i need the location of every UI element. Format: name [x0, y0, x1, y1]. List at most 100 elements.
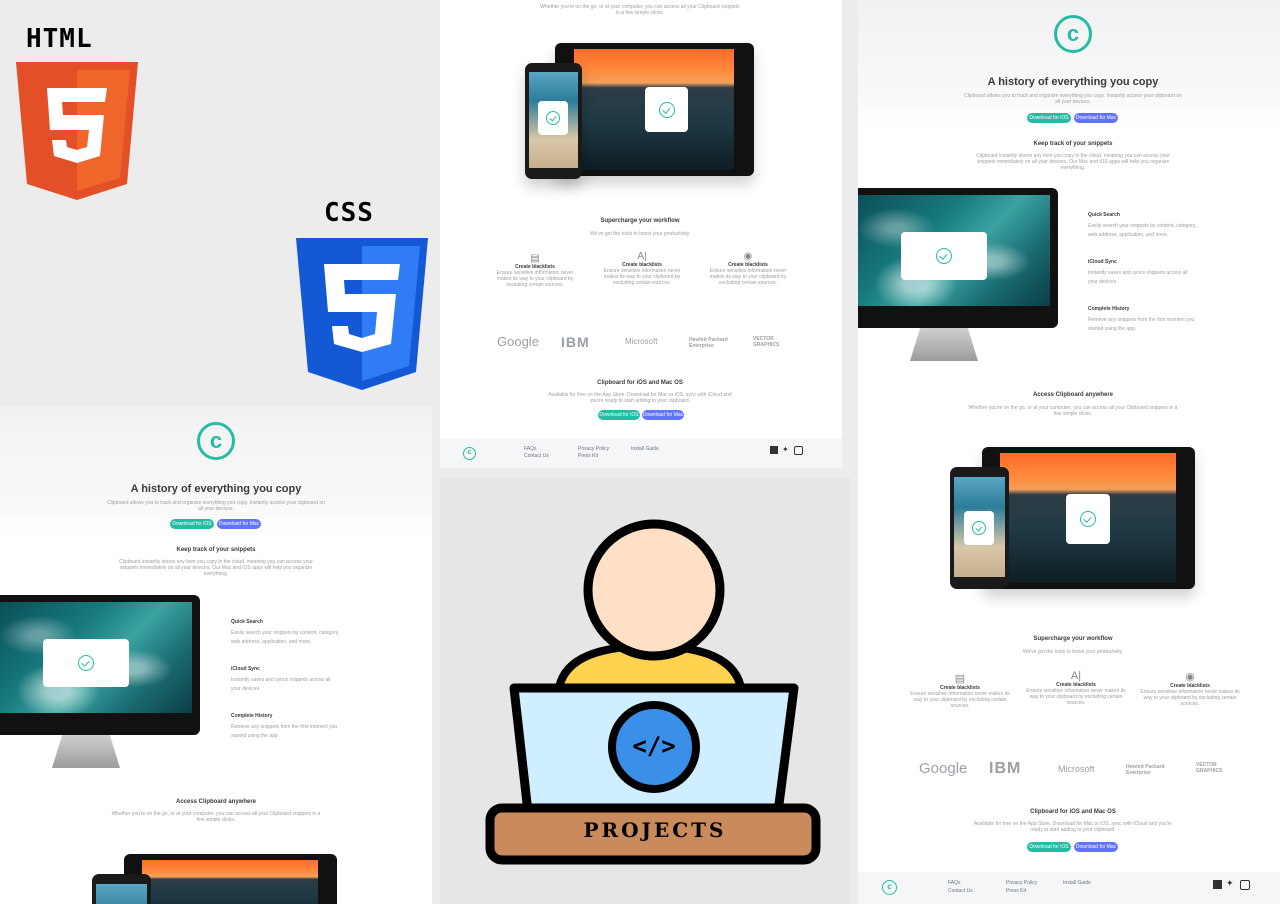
- text-icon: A|: [637, 251, 647, 262]
- workflow-title: Supercharge your workflow: [1033, 636, 1113, 642]
- workflow-text: We've got the tools to boost your produc…: [589, 231, 691, 237]
- workflow-item: A| Create blacklists Ensure sensitive in…: [1026, 670, 1126, 706]
- download-mac-button[interactable]: Download for Mac: [642, 410, 684, 420]
- download-ios-button[interactable]: Download for iOS: [170, 519, 214, 529]
- brand-microsoft: Microsoft: [625, 337, 658, 346]
- check-card: [1066, 494, 1110, 544]
- cta-title: Clipboard for iOS and Mac OS: [1030, 809, 1116, 815]
- snippets-title: Keep track of your snippets: [1033, 141, 1113, 147]
- blacklist-icon: ▤: [954, 673, 966, 685]
- check-icon: [546, 111, 560, 125]
- footer-link-privacy[interactable]: Privacy Policy: [578, 446, 609, 452]
- download-ios-button[interactable]: Download for iOS: [1027, 113, 1071, 123]
- workflow-item-text: Ensure sensitive information never makes…: [496, 270, 574, 288]
- monitor-device: [858, 188, 1058, 328]
- cta-text: Available for free on the App Store. Dow…: [548, 392, 732, 404]
- check-icon: [1080, 511, 1096, 527]
- footer-link-press[interactable]: Press Kit: [578, 453, 598, 459]
- hero-text: Clipboard allows you to track and organi…: [107, 500, 325, 512]
- footer-link-install[interactable]: Install Guide: [1063, 880, 1091, 886]
- hero-text: Clipboard allows you to track and organi…: [964, 93, 1182, 105]
- phone-device: [92, 874, 151, 904]
- tablet-device: [124, 854, 337, 904]
- feature-text: Easily search your snippets by content, …: [1088, 223, 1197, 238]
- eye-icon: ◉: [1185, 671, 1195, 683]
- check-card: [538, 101, 568, 135]
- feature-title: iCloud Sync: [231, 666, 260, 672]
- workflow-item: ◉ Create blacklists Ensure sensitive inf…: [703, 251, 793, 286]
- workflow-item: ▤ Create blacklists Ensure sensitive inf…: [490, 253, 580, 288]
- feature-item: Quick Search Easily search your snippets…: [1088, 212, 1198, 240]
- hero-logo-icon: c: [1054, 15, 1092, 53]
- hero-logo-icon: c: [197, 422, 235, 460]
- footer-link-contact[interactable]: Contact Us: [524, 453, 549, 459]
- html-label: HTML: [26, 24, 93, 54]
- check-icon: [972, 521, 986, 535]
- hero-title: A history of everything you copy: [130, 483, 302, 495]
- check-card: [901, 232, 987, 280]
- footer-link-faqs[interactable]: FAQs: [524, 446, 537, 452]
- feature-text: Retrieve any snippets from the first mom…: [1088, 317, 1195, 332]
- facebook-icon[interactable]: [770, 446, 778, 454]
- eye-icon: ◉: [743, 251, 753, 262]
- feature-text: Instantly saves and syncs snippets acros…: [231, 677, 331, 692]
- download-ios-button[interactable]: Download for iOS: [598, 410, 640, 420]
- brand-vector: VECTOR GRAPHICS: [1196, 762, 1223, 774]
- feature-item: Quick Search Easily search your snippets…: [231, 619, 341, 647]
- workflow-item: ▤ Create blacklists Ensure sensitive inf…: [910, 672, 1010, 709]
- twitter-icon[interactable]: ✦: [1226, 879, 1234, 888]
- feature-text: Instantly saves and syncs snippets acros…: [1088, 270, 1188, 285]
- facebook-icon[interactable]: [1213, 880, 1222, 889]
- workflow-item-text: Ensure sensitive information never makes…: [1140, 689, 1240, 707]
- feature-title: Complete History: [231, 713, 273, 719]
- workflow-title: Supercharge your workflow: [600, 218, 680, 224]
- projects-mascot: </> PROJECTS: [440, 478, 850, 904]
- access-title: Access Clipboard anywhere: [175, 799, 257, 805]
- brand-hpe: Hewlett Packard Enterprise: [689, 337, 728, 349]
- feature-item: Complete History Retrieve any snippets f…: [1088, 306, 1198, 334]
- footer-link-install[interactable]: Install Guide: [631, 446, 659, 452]
- site-footer: c FAQs Contact Us Privacy Policy Press K…: [858, 872, 1280, 904]
- footer-link-press[interactable]: Press Kit: [1006, 888, 1026, 894]
- monitor-stand: [910, 328, 978, 361]
- download-mac-button[interactable]: Download for Mac: [1074, 842, 1118, 852]
- monitor-device: [0, 595, 200, 735]
- check-card: [964, 511, 994, 545]
- text-icon: A|: [1070, 670, 1082, 682]
- site-footer: c FAQs Contact Us Privacy Policy Press K…: [440, 438, 842, 468]
- check-icon: [658, 101, 675, 118]
- phone-device: [950, 467, 1009, 589]
- brand-vector: VECTOR GRAPHICS: [753, 336, 780, 348]
- cta-text: Available for free on the App Store. Dow…: [973, 821, 1173, 833]
- site-preview-middle: Whether you're on the go, or at your com…: [440, 0, 842, 468]
- feature-title: Quick Search: [1088, 212, 1120, 218]
- footer-link-contact[interactable]: Contact Us: [948, 888, 973, 894]
- download-ios-button[interactable]: Download for iOS: [1027, 842, 1071, 852]
- workflow-item-text: Ensure sensitive information never makes…: [910, 691, 1010, 709]
- css-badge: CSS: [294, 198, 432, 393]
- instagram-icon[interactable]: [794, 446, 803, 455]
- brand-microsoft: Microsoft: [1058, 764, 1095, 774]
- check-icon: [936, 248, 952, 264]
- footer-link-faqs[interactable]: FAQs: [948, 880, 961, 886]
- download-mac-button[interactable]: Download for Mac: [217, 519, 261, 529]
- access-text: Whether you're on the go, or at your com…: [111, 811, 321, 823]
- twitter-icon[interactable]: ✦: [782, 446, 789, 454]
- blacklist-icon: ▤: [530, 253, 540, 264]
- feature-text: Easily search your snippets by content, …: [231, 630, 340, 645]
- footer-link-privacy[interactable]: Privacy Policy: [1006, 880, 1037, 886]
- footer-logo-icon: c: [463, 447, 476, 460]
- brand-hpe: Hewlett Packard Enterprise: [1126, 764, 1165, 776]
- hero-title: A history of everything you copy: [987, 76, 1159, 88]
- tablet-device: [555, 43, 754, 176]
- monitor-stand: [52, 735, 120, 768]
- instagram-icon[interactable]: [1240, 880, 1250, 890]
- footer-logo-icon: c: [882, 880, 897, 895]
- snippets-text: Clipboard instantly stores any item you …: [119, 559, 313, 577]
- site-preview-right: c A history of everything you copy Clipb…: [858, 0, 1280, 904]
- projects-label: PROJECTS: [583, 818, 727, 842]
- download-mac-button[interactable]: Download for Mac: [1074, 113, 1118, 123]
- feature-item: iCloud Sync Instantly saves and syncs sn…: [231, 666, 341, 694]
- feature-title: iCloud Sync: [1088, 259, 1117, 265]
- brand-google: Google: [497, 334, 539, 349]
